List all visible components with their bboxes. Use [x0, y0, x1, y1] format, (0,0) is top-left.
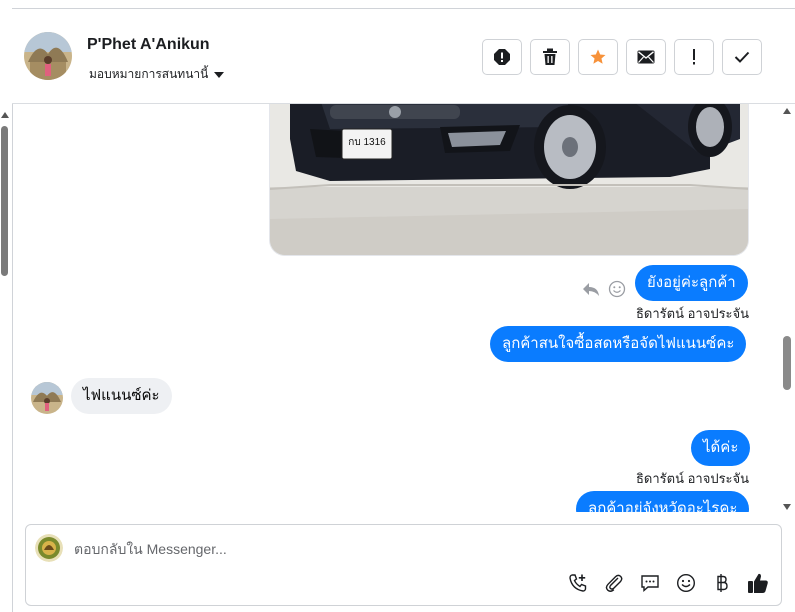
message-composer	[25, 524, 782, 606]
delete-button[interactable]	[530, 39, 570, 75]
saved-reply-icon	[641, 575, 659, 593]
contact-avatar[interactable]	[24, 32, 72, 80]
saved-reply-button[interactable]	[639, 572, 661, 594]
mark-done-button[interactable]	[722, 39, 762, 75]
contact-name[interactable]: P'Phet A'Anikun	[87, 36, 210, 54]
page-avatar	[35, 534, 63, 562]
assign-label: มอบหมายการสนทนานี้	[89, 67, 209, 81]
car-photo-attachment[interactable]: กบ 1316	[269, 104, 749, 256]
assign-conversation-dropdown[interactable]: มอบหมายการสนทนานี้	[89, 65, 225, 84]
emoji-button[interactable]	[675, 572, 697, 594]
attach-button[interactable]	[603, 572, 625, 594]
follow-up-button[interactable]	[674, 39, 714, 75]
license-plate-text: กบ 1316	[348, 137, 386, 148]
outer-scroll-thumb[interactable]	[1, 126, 8, 276]
message-thread[interactable]: กบ 1316 ยังอยู่ค่ะลูกค้า ธิดารัตน์ อาจปร…	[12, 104, 795, 512]
mark-unread-button[interactable]	[626, 39, 666, 75]
star-icon	[590, 49, 606, 64]
sender-name: ธิดารัตน์ อาจประจัน	[636, 306, 750, 321]
spam-icon	[494, 49, 510, 65]
scroll-up-arrow-icon[interactable]	[1, 112, 9, 118]
emoji-icon	[676, 573, 696, 593]
call-add-icon	[569, 574, 587, 592]
thread-scroll-thumb[interactable]	[783, 336, 791, 390]
mark-spam-button[interactable]	[482, 39, 522, 75]
trash-icon	[543, 48, 557, 65]
conversation-header: P'Phet A'Anikun มอบหมายการสนทนานี้	[12, 9, 795, 104]
scroll-up-arrow-icon[interactable]	[783, 108, 791, 114]
done-icon	[734, 51, 750, 63]
chevron-down-icon	[214, 71, 225, 78]
thread-scrollbar[interactable]	[780, 104, 794, 512]
message-hover-actions	[582, 280, 626, 298]
outgoing-message[interactable]: ลูกค้าอยู่จังหวัดอะไรคะ	[576, 491, 750, 512]
like-icon	[748, 573, 768, 593]
call-add-button[interactable]	[567, 572, 589, 594]
scroll-down-arrow-icon[interactable]	[783, 504, 791, 510]
outgoing-message[interactable]: ได้ค่ะ	[691, 430, 751, 466]
attach-icon	[605, 574, 623, 592]
header-actions	[482, 39, 762, 75]
reply-icon[interactable]	[582, 281, 600, 297]
reply-input[interactable]	[74, 540, 674, 558]
contact-avatar-small[interactable]	[31, 382, 63, 414]
sender-name: ธิดารัตน์ อาจประจัน	[636, 471, 750, 486]
payment-button[interactable]	[711, 572, 733, 594]
star-button[interactable]	[578, 39, 618, 75]
outer-scrollbar[interactable]	[0, 112, 10, 607]
mark-unread-icon	[637, 50, 655, 64]
incoming-message[interactable]: ไฟแนนซ์ค่ะ	[71, 378, 172, 414]
like-button[interactable]	[747, 572, 769, 594]
follow-up-icon	[693, 49, 695, 65]
composer-tools	[567, 572, 769, 594]
outgoing-message[interactable]: ลูกค้าสนใจซื้อสดหรือจัดไฟแนนซ์คะ	[490, 326, 747, 362]
baht-icon	[717, 574, 728, 592]
outgoing-message[interactable]: ยังอยู่ค่ะลูกค้า	[635, 265, 748, 301]
react-emoji-icon[interactable]	[608, 280, 626, 298]
